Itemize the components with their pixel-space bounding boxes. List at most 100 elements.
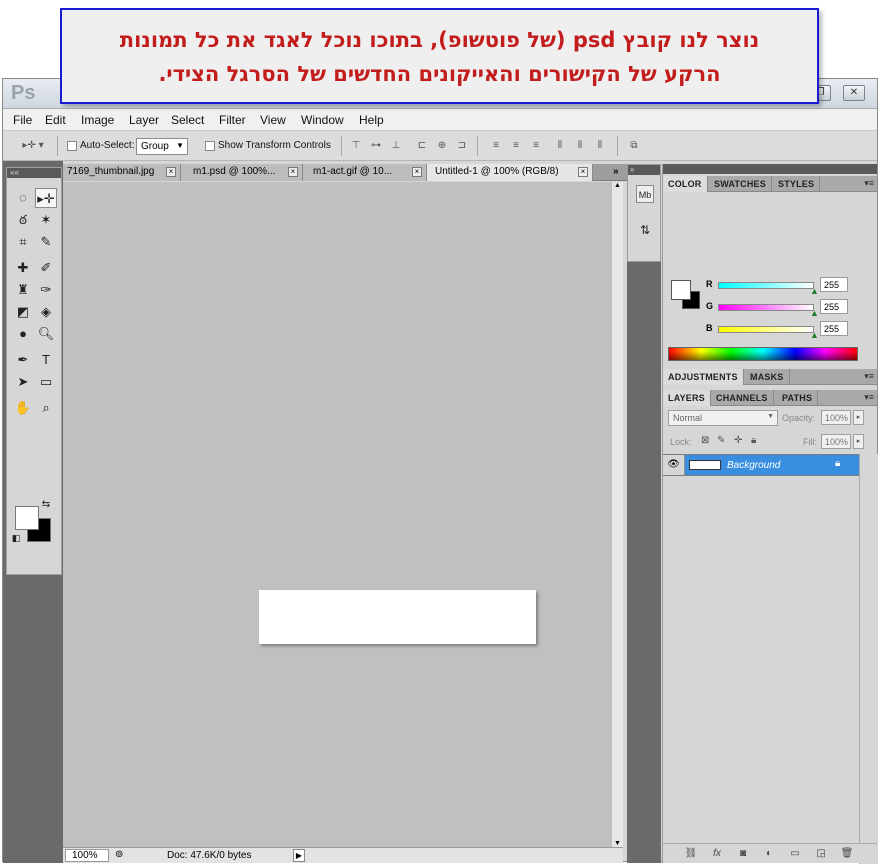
g-slider-thumb[interactable]: ▲ [810,308,819,318]
menu-edit[interactable]: Edit [45,113,66,127]
align-vcenter-icon[interactable]: ⊶ [369,140,383,152]
tab-masks[interactable]: MASKS [745,369,790,385]
canvas-area[interactable] [63,182,611,847]
menu-view[interactable]: View [260,113,286,127]
document-canvas[interactable] [259,590,536,644]
history-brush-tool-icon[interactable]: ✑ [35,280,57,300]
tools-panel-header[interactable]: «« [7,168,61,178]
zoom-tool-icon[interactable]: ⌕ [35,398,57,418]
path-selection-tool-icon[interactable]: ➤ [12,372,34,392]
auto-align-icon[interactable]: ⧉ [627,140,641,152]
mini-bridge-icon[interactable]: Mb [636,185,654,203]
tab-7169-thumbnail[interactable]: 7169_thumbnail.jpg [63,164,181,181]
panel-menu-icon[interactable]: ▾≡ [864,178,874,189]
menu-file[interactable]: File [13,113,32,127]
menu-filter[interactable]: Filter [219,113,246,127]
distribute-left-icon[interactable]: ⦀ [553,140,567,152]
close-icon[interactable]: × [578,167,588,177]
align-left-icon[interactable]: ⊏ [415,140,429,152]
tab-styles[interactable]: STYLES [773,176,821,192]
r-slider[interactable] [718,282,814,289]
tab-untitled-1[interactable]: Untitled-1 @ 100% (RGB/8) [427,164,593,181]
type-tool-icon[interactable]: T [35,350,57,370]
tab-paths[interactable]: PATHS [777,390,819,406]
align-hcenter-icon[interactable]: ⊕ [435,140,449,152]
menu-select[interactable]: Select [171,113,204,127]
auto-select-dropdown[interactable]: Group ▼ [136,138,188,155]
vertical-scrollbar[interactable]: ▲ ▼ [611,182,623,847]
close-button[interactable]: ✕ [843,85,865,101]
opacity-field[interactable]: 100% [821,410,851,425]
transform-controls-checkbox[interactable] [205,141,215,151]
panel-menu-icon[interactable]: ▾≡ [864,392,874,403]
panels-header[interactable] [663,164,877,174]
fill-arrow-icon[interactable]: ▸ [853,434,864,449]
foreground-color-swatch[interactable] [15,506,39,530]
b-value-field[interactable]: 255 [820,321,848,336]
new-layer-icon[interactable]: ◲ [813,848,829,860]
color-panel-foreground[interactable] [671,280,691,300]
brush-tool-icon[interactable]: ✐ [35,258,57,278]
tab-layers[interactable]: LAYERS [663,390,711,406]
b-slider-thumb[interactable]: ▲ [810,330,819,340]
r-slider-thumb[interactable]: ▲ [810,286,819,296]
menu-window[interactable]: Window [301,113,344,127]
add-mask-icon[interactable]: ◙ [735,848,751,860]
status-menu-arrow[interactable]: ▶ [293,849,305,862]
menu-image[interactable]: Image [81,113,114,127]
tab-m1-psd[interactable]: m1.psd @ 100%... [181,164,303,181]
rectangle-tool-icon[interactable]: ▭ [35,372,57,392]
eye-icon[interactable]: 👁︎ [663,455,685,475]
auto-select-checkbox[interactable] [67,141,77,151]
tab-color[interactable]: COLOR [663,176,708,192]
distribute-bottom-icon[interactable]: ≡ [529,140,543,152]
opacity-arrow-icon[interactable]: ▸ [853,410,864,425]
g-value-field[interactable]: 255 [820,299,848,314]
default-colors-icon[interactable]: ◧ [10,532,22,544]
eraser-tool-icon[interactable]: ◩ [12,302,34,322]
color-spectrum-ramp[interactable] [668,347,858,361]
dock-header[interactable]: » [628,165,660,175]
distribute-top-icon[interactable]: ≡ [489,140,503,152]
paint-bucket-tool-icon[interactable]: ◈ [35,302,57,322]
b-slider[interactable] [718,326,814,333]
healing-brush-tool-icon[interactable]: ✚ [12,258,34,278]
tab-channels[interactable]: CHANNELS [711,390,774,406]
fx-icon[interactable]: fx [709,848,725,860]
blur-tool-icon[interactable]: ● [12,324,34,344]
tab-adjustments[interactable]: ADJUSTMENTS [663,369,744,385]
magic-wand-tool-icon[interactable]: ✶ [35,210,57,230]
menu-layer[interactable]: Layer [129,113,159,127]
tool-preset-picker[interactable]: ▸✛ ▾ [19,140,47,152]
g-slider[interactable] [718,304,814,311]
tabs-overflow-icon[interactable]: » [613,166,619,177]
pen-tool-icon[interactable]: ✒ [12,350,34,370]
distribute-right-icon[interactable]: ⦀ [593,140,607,152]
zoom-level-field[interactable]: 100% [65,849,109,862]
new-group-icon[interactable]: ▭ [787,848,803,860]
close-icon[interactable]: × [412,167,422,177]
hand-tool-icon[interactable]: ✋ [12,398,34,418]
scroll-up-icon[interactable]: ▲ [614,182,621,189]
distribute-vcenter-icon[interactable]: ≡ [509,140,523,152]
marquee-tool-icon[interactable]: ◌ [12,188,34,208]
align-right-icon[interactable]: ⊐ [455,140,469,152]
scroll-down-icon[interactable]: ▼ [614,840,621,847]
layer-name[interactable]: Background [727,460,780,471]
eyedropper-tool-icon[interactable]: ✎ [35,232,57,252]
fill-field[interactable]: 100% [821,434,851,449]
adjustment-layer-icon[interactable]: ◐ [761,848,777,860]
menu-help[interactable]: Help [359,113,384,127]
layers-scrollbar[interactable] [859,454,878,864]
r-value-field[interactable]: 255 [820,277,848,292]
link-layers-icon[interactable]: ⛓ [683,848,699,860]
dodge-tool-icon[interactable]: 🔍︎ [35,324,57,344]
close-icon[interactable]: × [288,167,298,177]
tab-swatches[interactable]: SWATCHES [709,176,772,192]
crop-tool-icon[interactable]: ⌗ [12,232,34,252]
lock-pixels-icon[interactable]: ✎ [717,435,725,446]
trash-icon[interactable]: 🗑︎ [839,848,855,860]
lasso-tool-icon[interactable]: ఠ [12,210,34,230]
close-icon[interactable]: × [166,167,176,177]
align-bottom-icon[interactable]: ⊥ [389,140,403,152]
